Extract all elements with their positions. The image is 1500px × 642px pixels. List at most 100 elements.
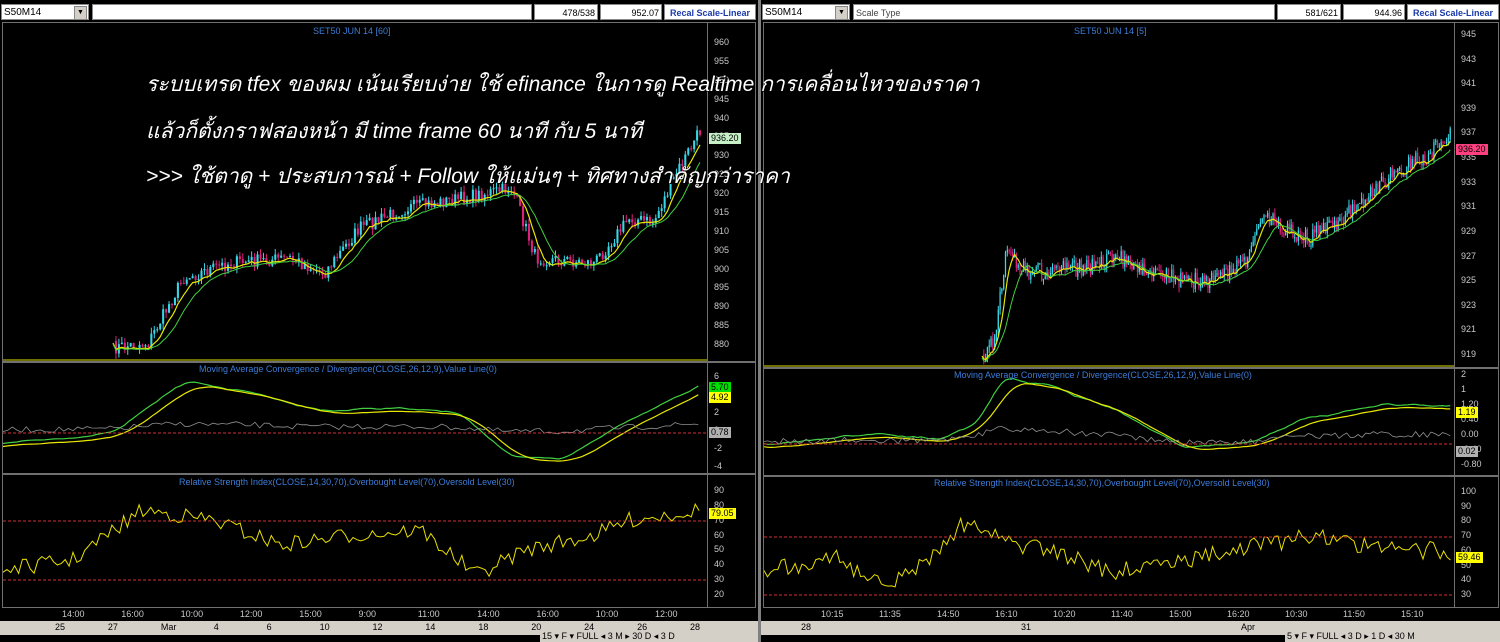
date-tick-label: 28 — [801, 622, 812, 632]
time-tick-label: 10:00 — [595, 609, 619, 619]
candle-body — [144, 345, 147, 347]
candle-body — [486, 194, 489, 196]
candle-body — [362, 221, 365, 225]
macd-chart — [3, 381, 707, 462]
macd-panel-title: Moving Average Convergence / Divergence(… — [954, 370, 1252, 380]
recal-scale-button[interactable]: Recal Scale-Linear — [1407, 4, 1499, 20]
time-tick-label: 16:20 — [1227, 609, 1250, 619]
axis-tick-label: 937 — [1461, 127, 1477, 138]
candle-body — [631, 219, 634, 223]
macd-line — [3, 381, 699, 460]
candle-body — [253, 256, 256, 267]
candle-body — [1003, 274, 1005, 289]
candle-body — [1218, 273, 1220, 275]
candle-body — [404, 214, 407, 216]
candle-body — [1183, 276, 1186, 279]
date-tick-label: 31 — [1021, 622, 1032, 632]
rsi-panel[interactable]: 100 90 80 70 60 50 40 30 Relative Strength Inde… — [763, 476, 1499, 608]
scale-type-field[interactable] — [92, 4, 532, 20]
macd-panel[interactable]: 211.200.400.00-0.40-0.80 Moving Average … — [763, 368, 1499, 476]
symbol-text: S50M14 — [4, 7, 42, 18]
candle-body — [203, 268, 206, 271]
rsi-panel[interactable]: 90 80 70 60 50 40 30 20 Relative Strength Index… — [2, 474, 756, 608]
time-tick-label: 15:00 — [1169, 609, 1192, 619]
candle-body — [1375, 183, 1377, 195]
candle-body — [1373, 194, 1375, 196]
date-tick-label: Apr — [1241, 622, 1256, 632]
candle-body — [383, 213, 386, 217]
candle-body — [1377, 183, 1379, 194]
candle-body — [1328, 220, 1330, 223]
candle-body — [1285, 233, 1287, 236]
time-tick-label: 10:30 — [1285, 609, 1308, 619]
status-bar[interactable]: 15 ▾ F ▾ FULL ◂ 3 M ▸ 30 D ◂ 3 D — [540, 630, 758, 642]
candle-body — [274, 254, 277, 260]
candle-body — [1310, 245, 1312, 247]
price-axis: 945 943 941 939 937 935 933 931 929 927 925 923 921 9… — [1454, 23, 1499, 367]
candle-body — [1203, 275, 1205, 281]
macd-panel[interactable]: 6420-2-4 Moving Average Convergence / Di… — [2, 362, 756, 474]
candle-body — [693, 140, 696, 150]
recal-scale-button[interactable]: Recal Scale-Linear — [664, 4, 756, 20]
macd-line — [764, 377, 1451, 448]
candle-body — [1120, 251, 1122, 260]
candle-body — [191, 276, 194, 279]
rsi-line — [764, 516, 1451, 588]
candle-body — [1156, 268, 1158, 271]
candle-body — [1207, 276, 1209, 288]
candle-body — [1239, 259, 1242, 264]
candle-body — [1243, 257, 1245, 261]
macd-axis: 6420-2-4 — [707, 363, 756, 473]
axis-tick-label: 100 — [1461, 486, 1477, 496]
candle-body — [1006, 250, 1008, 253]
candle-body — [247, 260, 250, 262]
axis-tick-label: 919 — [1461, 349, 1477, 359]
candle-body — [365, 220, 368, 225]
candle-body — [159, 323, 162, 330]
candle-body — [524, 223, 528, 227]
time-tick-label: 15:00 — [299, 609, 322, 619]
histogram-badge: 0.78 — [709, 427, 731, 438]
scale-type-field[interactable]: Scale Type — [853, 4, 1275, 20]
axis-tick-label: 960 — [714, 37, 730, 47]
symbol-selector[interactable]: S50M14 ▼ — [1, 4, 89, 20]
candle-body — [288, 256, 292, 258]
candle-body — [536, 249, 539, 264]
candle-body — [1281, 232, 1283, 234]
candle-body — [415, 199, 418, 203]
candle-body — [1001, 288, 1003, 292]
symbol-selector[interactable]: S50M14 ▼ — [762, 4, 850, 20]
candle-body — [657, 211, 660, 219]
axis-tick-label: 0.00 — [1461, 429, 1479, 439]
chevron-down-icon[interactable]: ▼ — [835, 6, 848, 20]
candle-body — [1323, 222, 1325, 231]
candle-body — [333, 256, 336, 268]
axis-tick-label: 70 — [1461, 530, 1472, 541]
candle-body — [999, 291, 1001, 310]
candle-body — [206, 268, 209, 276]
candle-body — [1104, 267, 1106, 269]
candle-body — [224, 262, 227, 271]
candle-body — [1238, 260, 1240, 264]
status-bar[interactable]: 5 ▾ F ▾ FULL ◂ 3 D ▸ 1 D ◂ 30 M — [1285, 630, 1500, 642]
candle-body — [286, 256, 289, 258]
candle-body — [353, 228, 356, 244]
candle-body — [527, 223, 530, 241]
candle-body — [1091, 258, 1093, 274]
axis-tick-label: 927 — [1461, 250, 1477, 261]
date-tick-label: 10 — [319, 622, 330, 632]
rsi-badge: 59.46 — [1456, 552, 1483, 563]
chevron-down-icon[interactable]: ▼ — [74, 6, 87, 20]
candle-body — [696, 130, 699, 141]
axis-tick-label: 921 — [1461, 324, 1477, 335]
candle-body — [1248, 251, 1251, 259]
candle-body — [1216, 273, 1218, 276]
axis-tick-label: 933 — [1461, 176, 1477, 187]
candle-body — [1245, 257, 1247, 268]
candle-body — [194, 276, 197, 280]
candle-body — [1261, 218, 1263, 223]
candle-body — [1440, 141, 1442, 147]
axis-tick-label: 890 — [714, 301, 730, 312]
candle-body — [988, 345, 990, 348]
candle-body — [1012, 252, 1014, 257]
